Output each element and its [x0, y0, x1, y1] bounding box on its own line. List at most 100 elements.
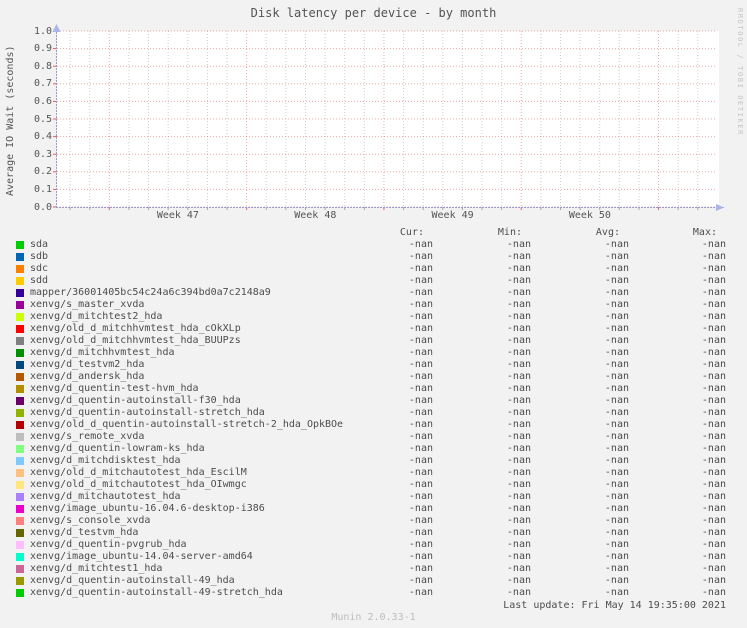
series-label: xenvg/d_mitchautotest_hda [30, 491, 181, 502]
series-max-value: -nan [701, 563, 726, 574]
series-max-value: -nan [701, 527, 726, 538]
legend-row: mapper/36001405bc54c24a6c394bd0a7c2148a9… [0, 287, 747, 299]
series-color-swatch [16, 421, 24, 429]
series-color-swatch [16, 241, 24, 249]
legend-header-max: Max: [692, 227, 717, 238]
series-label: xenvg/old_d_mitchhvmtest_hda_cOkXLp [30, 323, 241, 334]
series-max-value: -nan [701, 587, 726, 598]
series-color-swatch [16, 529, 24, 537]
series-color-swatch [16, 349, 24, 357]
legend-row: xenvg/d_mitchtest1_hda -nan -nan -nan -n… [0, 563, 747, 575]
series-max-value: -nan [701, 347, 726, 358]
legend-row: sdc -nan -nan -nan -nan [0, 263, 747, 275]
series-label: xenvg/d_quentin-test-hvm_hda [30, 383, 199, 394]
series-label: xenvg/image_ubuntu-14.04-server-amd64 [30, 551, 253, 562]
legend-row: xenvg/d_quentin-test-hvm_hda -nan -nan -… [0, 383, 747, 395]
series-max-value: -nan [701, 467, 726, 478]
series-max-value: -nan [701, 359, 726, 370]
series-max-value: -nan [701, 419, 726, 430]
series-label: xenvg/s_remote_xvda [30, 431, 145, 442]
series-color-swatch [16, 385, 24, 393]
series-label: xenvg/old_d_mitchhvmtest_hda_BUUPzs [30, 335, 241, 346]
series-color-swatch [16, 265, 24, 273]
series-color-swatch [16, 433, 24, 441]
series-label: sdb [30, 251, 49, 262]
series-label: xenvg/d_quentin-lowram-ks_hda [30, 443, 205, 454]
legend-row: xenvg/old_d_mitchhvmtest_hda_cOkXLp -nan… [0, 323, 747, 335]
legend-row: xenvg/d_quentin-lowram-ks_hda -nan -nan … [0, 443, 747, 455]
x-axis-tick-label: Week 48 [294, 210, 337, 221]
legend-row: xenvg/d_quentin-pvgrub_hda -nan -nan -na… [0, 539, 747, 551]
series-color-swatch [16, 493, 24, 501]
series-max-value: -nan [701, 371, 726, 382]
series-color-swatch [16, 337, 24, 345]
series-max-value: -nan [701, 251, 726, 262]
series-max-value: -nan [701, 503, 726, 514]
series-color-swatch [16, 553, 24, 561]
series-max-value: -nan [701, 275, 726, 286]
series-color-swatch [16, 481, 24, 489]
legend-row: xenvg/old_d_quentin-autoinstall-stretch-… [0, 419, 747, 431]
series-label: xenvg/s_console_xvda [30, 515, 151, 526]
series-label: xenvg/d_quentin-autoinstall-49-stretch_h… [30, 587, 283, 598]
legend-row: xenvg/d_testvm_hda -nan -nan -nan -nan [0, 527, 747, 539]
y-axis-tick-label: 0.4 [33, 131, 52, 143]
legend-row: xenvg/s_master_xvda -nan -nan -nan -nan [0, 299, 747, 311]
y-axis-tick-label: 0.3 [33, 148, 52, 160]
legend-row: xenvg/d_quentin-autoinstall-stretch_hda … [0, 407, 747, 419]
y-axis-tick-label: 0.9 [33, 43, 52, 55]
series-color-swatch [16, 361, 24, 369]
y-axis-tick-label: 1.0 [33, 25, 52, 37]
legend-row: xenvg/image_ubuntu-16.04.6-desktop-i386 … [0, 503, 747, 515]
series-max-value: -nan [701, 455, 726, 466]
munin-version-text: Munin 2.0.33-1 [331, 612, 416, 623]
series-label: xenvg/old_d_mitchautotest_hda_EscilM [30, 467, 247, 478]
chart-grid [52, 24, 724, 211]
series-label: sdd [30, 275, 49, 286]
series-max-value: -nan [701, 395, 726, 406]
series-max-value: -nan [701, 299, 726, 310]
y-axis-tick-label: 0.0 [33, 201, 52, 213]
series-color-swatch [16, 541, 24, 549]
legend-row: sdb -nan -nan -nan -nan [0, 251, 747, 263]
series-max-value: -nan [701, 575, 726, 586]
series-label: xenvg/d_testvm2_hda [30, 359, 145, 370]
x-axis-arrow-icon [716, 204, 724, 211]
series-color-swatch [16, 409, 24, 417]
series-label: sda [30, 239, 49, 250]
legend-row: xenvg/d_quentin-autoinstall-49-stretch_h… [0, 587, 747, 599]
series-label: sdc [30, 263, 49, 274]
series-color-swatch [16, 373, 24, 381]
series-color-swatch [16, 301, 24, 309]
series-label: xenvg/d_andersk_hda [30, 371, 145, 382]
chart-title: Disk latency per device - by month [250, 6, 497, 20]
series-label: xenvg/d_testvm_hda [30, 527, 139, 538]
series-label: xenvg/s_master_xvda [30, 299, 145, 310]
legend-row: xenvg/old_d_mitchautotest_hda_EscilM -na… [0, 467, 747, 479]
series-max-value: -nan [701, 323, 726, 334]
series-color-swatch [16, 313, 24, 321]
series-label: xenvg/d_quentin-pvgrub_hda [30, 539, 187, 550]
series-max-value: -nan [701, 443, 726, 454]
series-color-swatch [16, 397, 24, 405]
series-label: xenvg/d_quentin-autoinstall-f30_hda [30, 395, 241, 406]
series-max-value: -nan [701, 479, 726, 490]
series-max-value: -nan [701, 539, 726, 550]
series-label: xenvg/d_mitchtest2_hda [30, 311, 163, 322]
series-color-swatch [16, 517, 24, 525]
x-axis-tick-label: Week 47 [156, 210, 199, 221]
series-color-swatch [16, 253, 24, 261]
series-color-swatch [16, 445, 24, 453]
series-color-swatch [16, 577, 24, 585]
legend-row: xenvg/old_d_mitchautotest_hda_OIwmgc -na… [0, 479, 747, 491]
legend-row: xenvg/d_andersk_hda -nan -nan -nan -nan [0, 371, 747, 383]
series-label: xenvg/d_mitchhvmtest_hda [30, 347, 175, 358]
series-label: xenvg/d_mitchdisktest_hda [30, 455, 181, 466]
legend-row: xenvg/d_mitchautotest_hda -nan -nan -nan… [0, 491, 747, 503]
series-color-swatch [16, 469, 24, 477]
y-axis-arrow-icon [52, 24, 61, 32]
y-axis-tick-label: 0.5 [33, 113, 52, 125]
series-max-value: -nan [701, 551, 726, 562]
series-color-swatch [16, 505, 24, 513]
series-label: xenvg/d_quentin-autoinstall-49_hda [30, 575, 235, 586]
